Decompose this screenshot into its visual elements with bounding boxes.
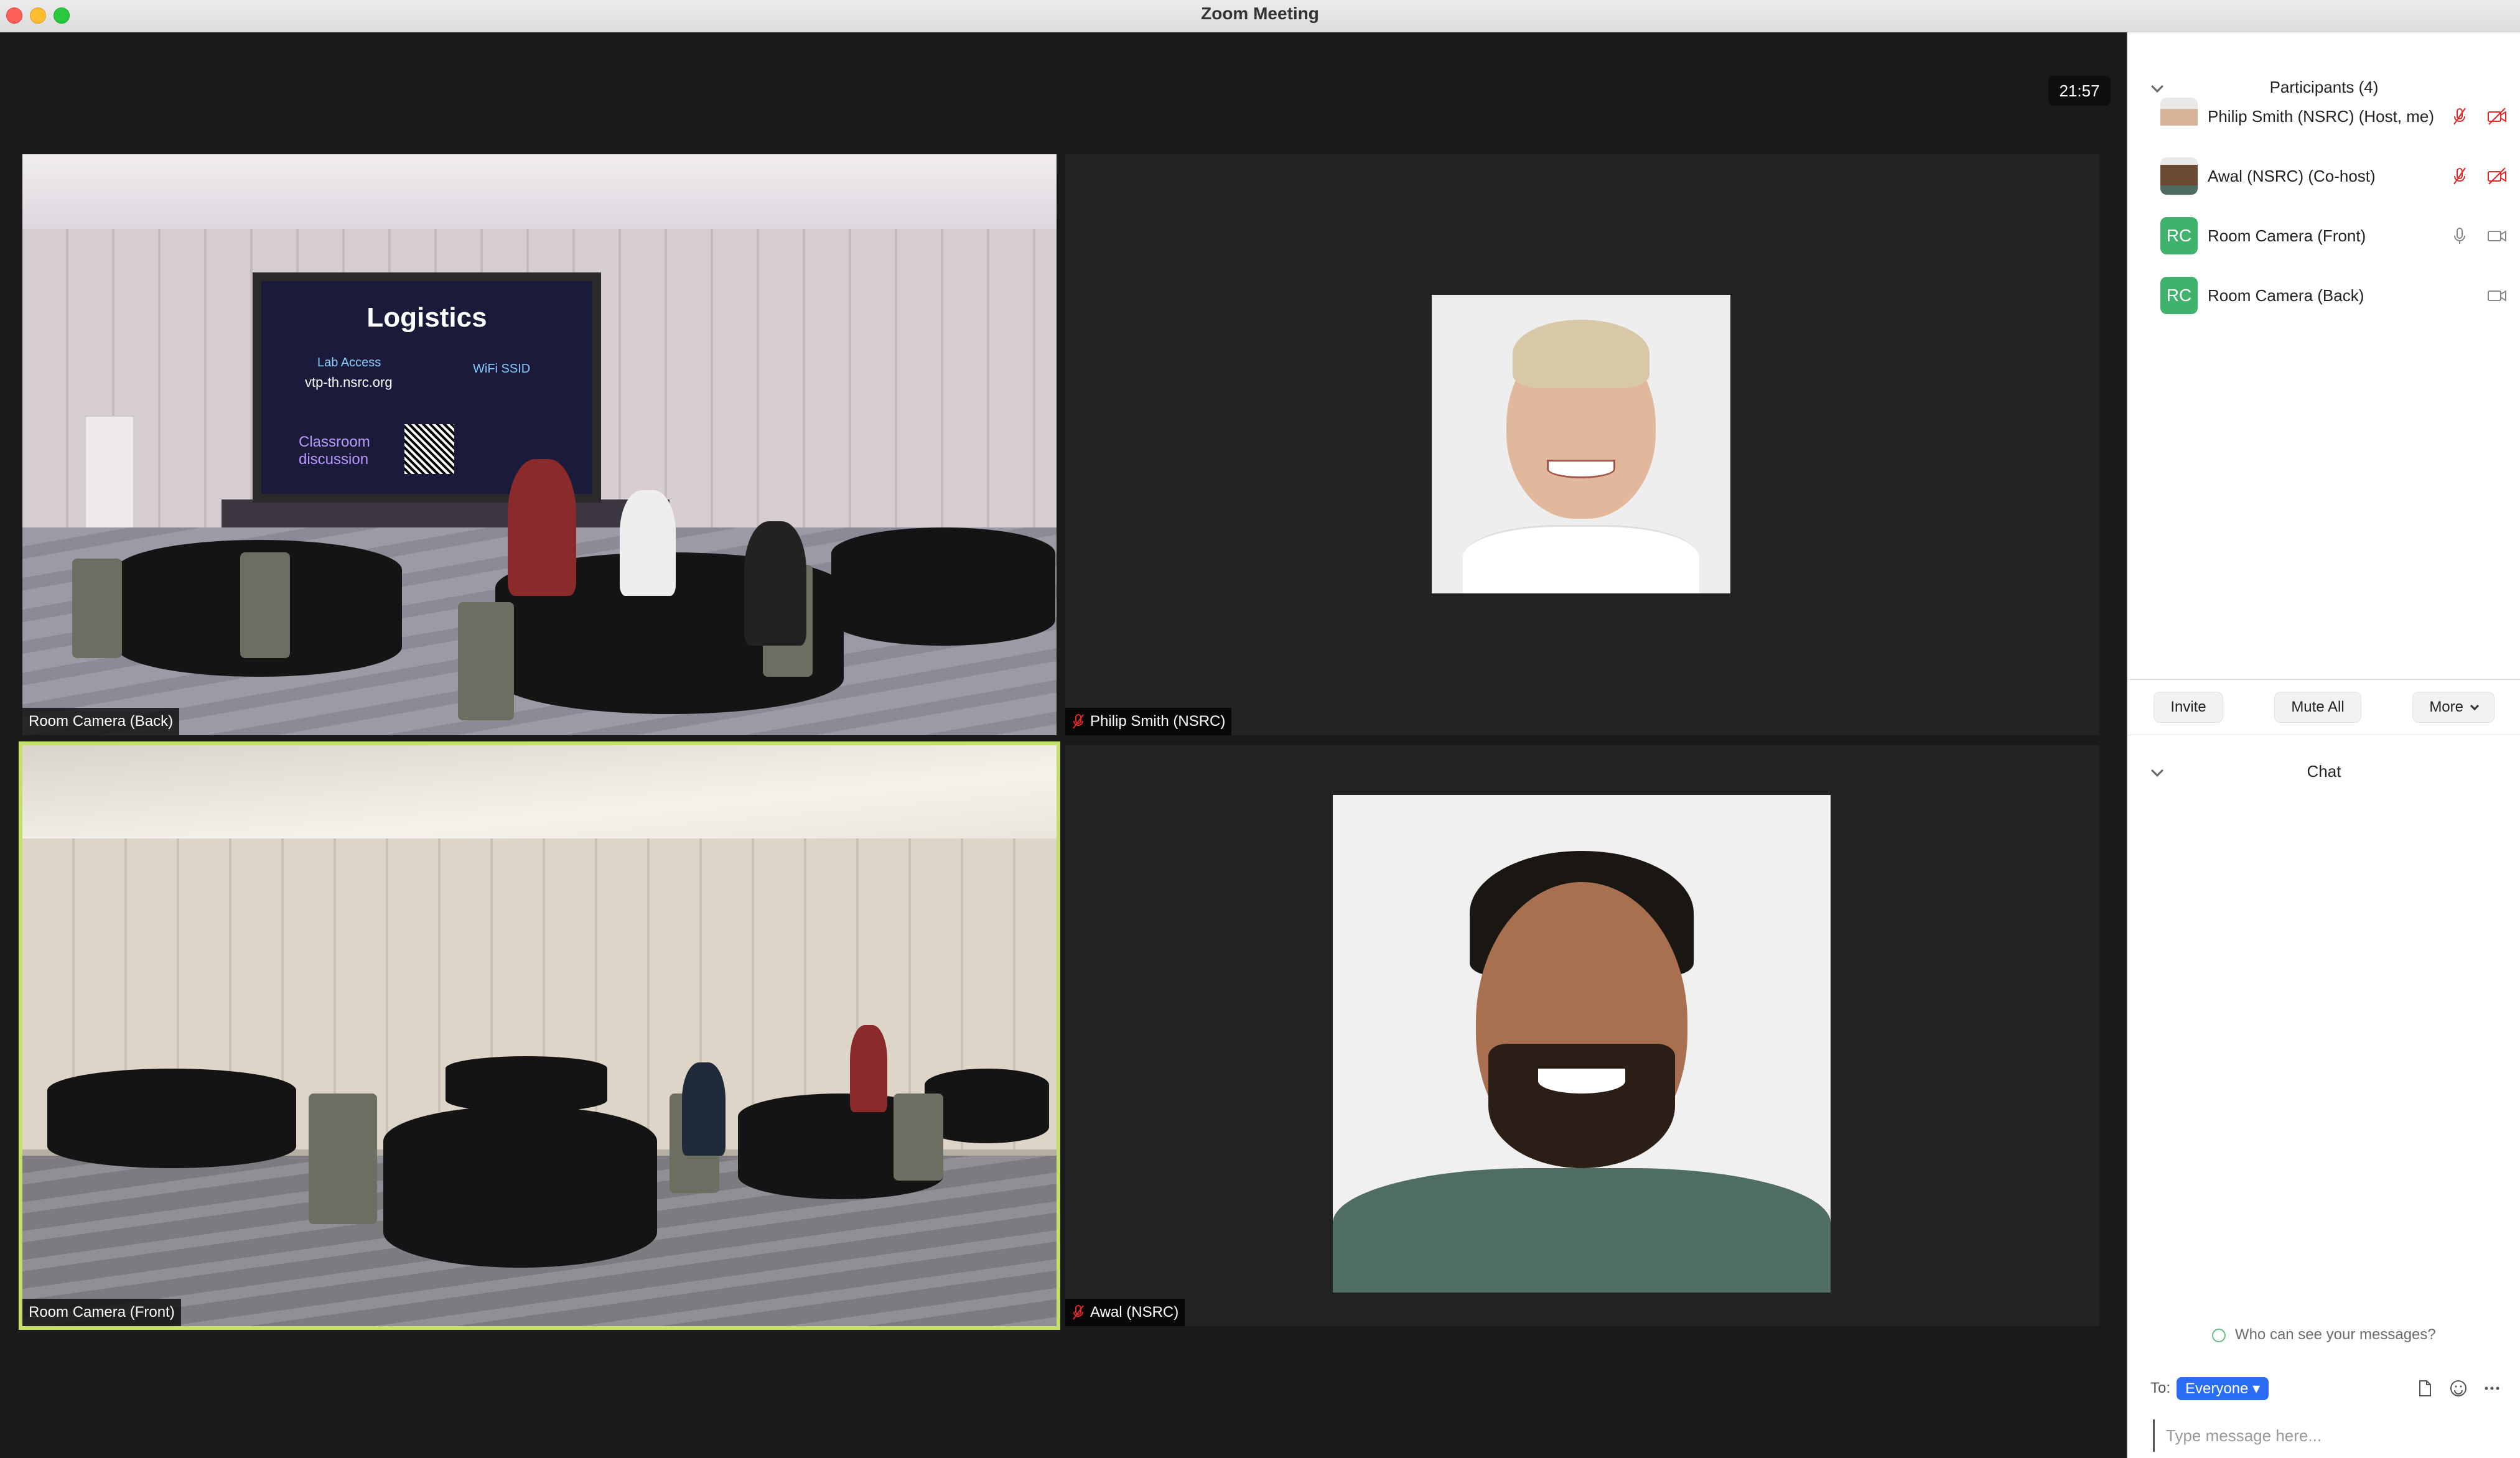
recipient-dropdown[interactable]: Everyone ▾ [2177, 1377, 2269, 1400]
tile-name: Awal (NSRC) [1090, 1304, 1179, 1321]
video-tile-awal[interactable]: Awal (NSRC) [1065, 745, 2099, 1326]
emoji-icon[interactable] [2449, 1379, 2468, 1398]
side-panel: Participants (4) Philip Smith (NSRC) (Ho… [2127, 32, 2520, 1458]
avatar [2160, 157, 2198, 195]
title-bar: Zoom Meeting [0, 0, 2520, 32]
avatar [2160, 98, 2198, 135]
tile-name-tag: Room Camera (Front) [22, 1299, 181, 1326]
video-tile-philip[interactable]: Philip Smith (NSRC) [1065, 154, 2099, 735]
participant-row[interactable]: Philip Smith (NSRC) (Host, me) [2160, 88, 2508, 144]
video-icon[interactable] [2486, 225, 2508, 246]
more-options-icon[interactable] [2483, 1379, 2501, 1398]
participant-name: Philip Smith (NSRC) (Host, me) [2208, 106, 2435, 126]
chat-visibility-text: Who can see your messages? [2234, 1326, 2436, 1343]
recipient-value: Everyone [2185, 1380, 2249, 1397]
participant-name: Room Camera (Back) [2208, 286, 2364, 305]
muted-mic-icon [1073, 1305, 1084, 1320]
to-label: To: [2150, 1380, 2171, 1396]
room-front-video [22, 745, 1057, 1326]
muted-mic-icon[interactable] [2449, 165, 2470, 187]
chat-recipient-row: To: Everyone ▾ [2150, 1370, 2501, 1407]
muted-mic-icon[interactable] [2449, 106, 2470, 127]
muted-mic-icon [1073, 714, 1084, 729]
window-title: Zoom Meeting [1201, 4, 1319, 23]
room-back-video: Logistics Lab Access vtp-th.nsrc.org WiF… [22, 154, 1057, 735]
slide-lab-access: Lab Access [317, 356, 381, 369]
video-tile-room-front[interactable]: Room Camera (Front) [19, 741, 1060, 1330]
participant-photo-philip [1432, 295, 1730, 593]
mic-icon[interactable] [2449, 225, 2470, 246]
video-tile-room-back[interactable]: Logistics Lab Access vtp-th.nsrc.org WiF… [22, 154, 1057, 735]
participants-actions: Invite Mute All More [2128, 679, 2520, 735]
participant-name: Awal (NSRC) (Co-host) [2208, 166, 2376, 185]
tile-name-tag: Room Camera (Back) [22, 708, 180, 735]
chevron-down-icon [2470, 701, 2479, 711]
tile-name: Room Camera (Front) [29, 1304, 175, 1321]
slide-wifi: WiFi SSID [473, 362, 531, 376]
slide-url: vtp-th.nsrc.org [305, 374, 393, 390]
tile-name-tag: Philip Smith (NSRC) [1065, 708, 1232, 735]
video-off-icon[interactable] [2486, 106, 2508, 127]
qr-code [404, 424, 454, 474]
video-gallery: 21:57 Logistics Lab Access vtp-th.nsrc.o… [0, 32, 2127, 1458]
participant-photo-awal [1333, 795, 1831, 1293]
mute-all-button[interactable]: Mute All [2274, 692, 2361, 723]
invite-button[interactable]: Invite [2154, 692, 2223, 723]
avatar: RC [2160, 217, 2198, 254]
more-button[interactable]: More [2412, 692, 2494, 723]
video-off-icon[interactable] [2486, 165, 2508, 187]
meeting-timer: 21:57 [2048, 76, 2111, 106]
slide-classroom: Classroom discussion [299, 434, 370, 468]
tile-name: Room Camera (Back) [29, 713, 174, 730]
file-icon[interactable] [2415, 1379, 2434, 1398]
slide-title: Logistics [366, 302, 487, 333]
participant-row[interactable]: RC Room Camera (Front) [2160, 208, 2508, 264]
chat-placeholder: Type message here... [2166, 1426, 2322, 1445]
participant-row[interactable]: Awal (NSRC) (Co-host) [2160, 148, 2508, 204]
people-icon [2212, 1328, 2226, 1342]
more-label: More [2429, 699, 2463, 715]
participant-name: Room Camera (Front) [2208, 226, 2366, 245]
chat-visibility-link[interactable]: Who can see your messages? [2128, 1326, 2520, 1344]
tile-name-tag: Awal (NSRC) [1065, 1299, 1185, 1326]
video-icon[interactable] [2486, 285, 2508, 306]
participant-row[interactable]: RC Room Camera (Back) [2160, 267, 2508, 323]
chat-messages [2128, 735, 2520, 1357]
avatar: RC [2160, 277, 2198, 314]
chat-message-input[interactable]: Type message here... [2153, 1419, 2501, 1452]
tile-name: Philip Smith (NSRC) [1090, 713, 1226, 730]
